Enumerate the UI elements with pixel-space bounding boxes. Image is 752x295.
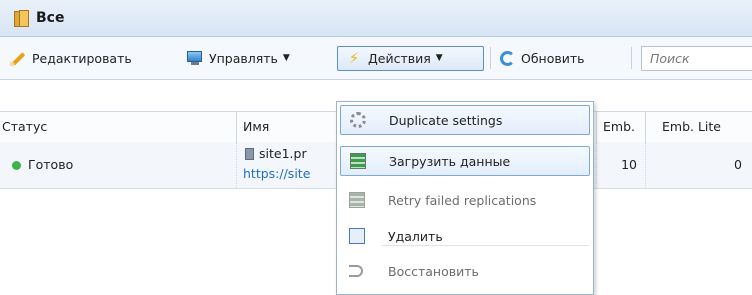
menu-item-duplicate-settings[interactable]: Duplicate settings <box>340 105 590 135</box>
manage-button-label: Управлять <box>209 50 278 66</box>
menu-item-retry-failed-replications[interactable]: Retry failed replications <box>340 186 590 216</box>
title-bar: Все <box>0 0 752 37</box>
toolbar-divider <box>490 47 491 69</box>
actions-button-content[interactable]: ⚡ Действия ▼ <box>346 47 443 69</box>
chevron-down-icon: ▼ <box>282 53 290 63</box>
status-dot-icon <box>12 161 21 170</box>
manage-button[interactable]: Управлять ▼ <box>187 47 290 69</box>
menu-item-label: Duplicate settings <box>389 113 503 128</box>
menu-item-label: Удалить <box>388 229 443 244</box>
menu-item-delete[interactable]: Удалить <box>340 222 590 252</box>
retry-icon <box>349 192 365 208</box>
page-title: Все <box>36 10 65 26</box>
column-header-status[interactable]: Статус <box>0 112 237 142</box>
refresh-button[interactable]: Обновить <box>500 47 585 69</box>
menu-item-label: Retry failed replications <box>388 193 537 208</box>
menu-item-label: Загрузить данные <box>389 154 511 169</box>
gear-icon <box>350 112 366 128</box>
search-input[interactable]: Поиск <box>641 46 752 71</box>
site-url-link[interactable]: https://site <box>243 166 310 181</box>
server-icon <box>245 148 254 160</box>
monitor-icon <box>187 50 203 66</box>
chevron-down-icon: ▼ <box>435 53 443 63</box>
delete-icon <box>349 228 365 244</box>
site-name: site1.pr <box>259 146 307 161</box>
folder-icon <box>14 10 29 27</box>
menu-item-load-data[interactable]: Загрузить данные <box>340 146 590 176</box>
emb-lite-cell: 0 <box>646 142 752 188</box>
edit-button[interactable]: Редактировать <box>9 47 132 69</box>
load-data-icon <box>350 153 366 169</box>
actions-dropdown-menu: Duplicate settings Загрузить данные Retr… <box>336 101 594 295</box>
status-text: Готово <box>28 157 74 172</box>
actions-button-label: Действия <box>368 50 431 66</box>
menu-item-label: Восстановить <box>388 264 479 279</box>
toolbar-divider <box>631 47 632 69</box>
emb-cell: 10 <box>597 142 646 188</box>
edit-button-label: Редактировать <box>32 50 132 66</box>
column-header-emb-lite[interactable]: Emb. Lite <box>646 112 752 142</box>
toolbar: Редактировать Управлять ▼ ⚡ Действия ▼ О… <box>0 37 752 80</box>
emb-lite-value: 0 <box>734 157 742 172</box>
pencil-icon <box>9 50 26 67</box>
column-header-emb[interactable]: Emb. <box>597 112 646 142</box>
restore-icon <box>349 265 363 277</box>
refresh-icon <box>500 50 515 66</box>
menu-item-restore[interactable]: Восстановить <box>340 257 590 287</box>
lightning-icon: ⚡ <box>348 49 360 67</box>
emb-value: 10 <box>621 157 637 172</box>
refresh-button-label: Обновить <box>521 50 585 66</box>
status-cell: Готово <box>0 142 237 188</box>
